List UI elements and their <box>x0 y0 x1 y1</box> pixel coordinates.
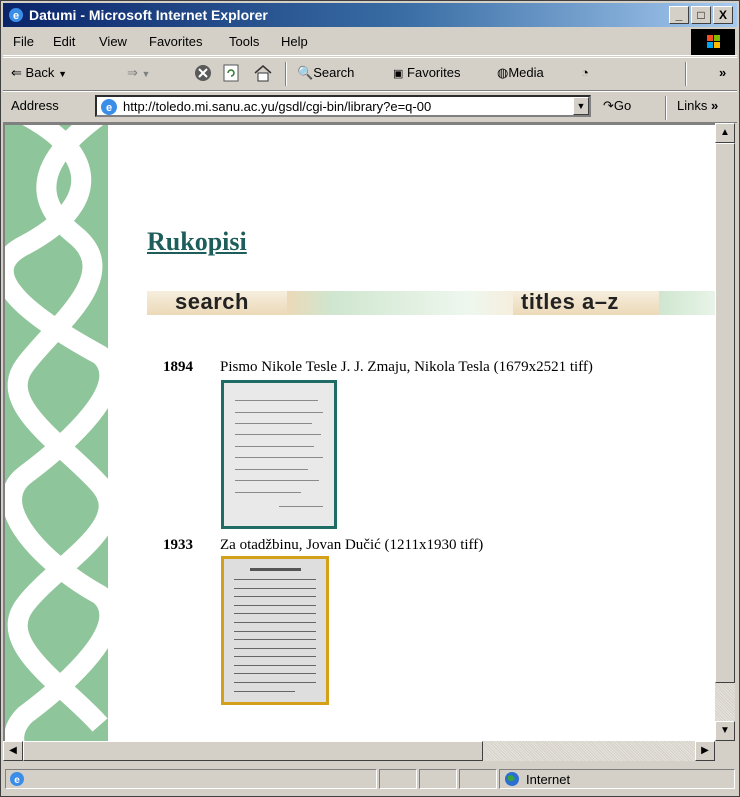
refresh-button[interactable] <box>221 63 241 86</box>
forward-dropdown-icon[interactable]: ▼ <box>142 69 151 79</box>
links-overflow-icon: » <box>710 98 719 113</box>
braid-ornament <box>5 125 120 743</box>
menu-tools[interactable]: Tools <box>229 34 259 49</box>
history-icon: ◔ <box>581 65 589 80</box>
menu-view[interactable]: View <box>99 34 127 49</box>
favorites-label: Favorites <box>407 65 461 80</box>
page-status-icon: e <box>10 772 24 786</box>
address-dropdown-icon[interactable]: ▼ <box>573 97 589 115</box>
security-zone-pane: Internet <box>499 769 735 789</box>
horizontal-scrollbar[interactable]: ◀ ▶ <box>3 741 715 761</box>
media-icon: ◍ <box>497 65 509 80</box>
nav-titles-label: titles a–z <box>521 289 619 314</box>
media-button[interactable]: ◍Media <box>497 65 544 81</box>
address-bar: Address e http://toledo.mi.sanu.ac.yu/gs… <box>3 91 737 123</box>
status-pane <box>459 769 497 789</box>
links-label: Links <box>677 98 708 113</box>
svg-text:e: e <box>106 102 112 114</box>
horizontal-scroll-thumb[interactable] <box>23 741 483 761</box>
security-zone-label: Internet <box>526 772 571 787</box>
minimize-button[interactable]: _ <box>669 6 689 24</box>
collection-title-link[interactable]: Rukopisi <box>147 227 247 257</box>
favorites-button[interactable]: ▣ Favorites <box>393 65 461 80</box>
back-dropdown-icon[interactable]: ▼ <box>58 69 67 79</box>
toolbar-separator <box>685 62 687 86</box>
home-button[interactable] <box>253 63 273 86</box>
entry-year: 1894 <box>163 359 193 375</box>
go-arrow-icon: ↷ <box>603 98 614 113</box>
scroll-right-icon[interactable]: ▶ <box>695 741 715 761</box>
scroll-down-icon[interactable]: ▼ <box>715 721 735 741</box>
nav-search-button[interactable]: search <box>147 289 287 315</box>
address-label: Address <box>11 98 59 113</box>
links-button[interactable]: Links » <box>677 98 718 113</box>
manuscript-thumbnail[interactable] <box>221 556 329 705</box>
search-label: Search <box>313 65 355 80</box>
scroll-left-icon[interactable]: ◀ <box>3 741 23 761</box>
forward-button[interactable]: ⇒ ▼ <box>127 65 150 81</box>
scrollbar-corner <box>715 741 735 761</box>
back-label: Back <box>25 65 55 80</box>
vertical-scrollbar[interactable]: ▲ ▼ <box>715 123 735 741</box>
globe-icon <box>505 772 519 786</box>
favorites-icon: ▣ <box>393 68 404 80</box>
stop-icon <box>195 65 211 81</box>
browser-window: e Datumi - Microsoft Internet Explorer _… <box>0 0 740 797</box>
decorative-band <box>5 125 120 743</box>
nav-spacer <box>287 291 513 315</box>
manuscript-thumbnail[interactable] <box>221 380 337 529</box>
result-entry: 1894 Pismo Nikole Tesle J. J. Zmaju, Niko… <box>163 359 593 376</box>
search-icon: 🔍 <box>297 65 314 80</box>
entry-year: 1933 <box>163 537 193 553</box>
forward-arrow-icon: ⇒ <box>127 65 138 80</box>
status-text-pane: e <box>5 769 377 789</box>
nav-titles-button[interactable]: titles a–z <box>513 289 659 315</box>
svg-text:e: e <box>14 775 20 786</box>
ie-icon: e <box>9 8 23 22</box>
page-icon: e <box>101 99 117 115</box>
history-button[interactable]: ◔ <box>581 65 589 80</box>
home-icon <box>254 65 272 82</box>
toolbar-separator <box>285 62 287 86</box>
search-button[interactable]: 🔍Search <box>297 65 354 81</box>
status-pane <box>379 769 417 789</box>
window-title: Datumi - Microsoft Internet Explorer <box>29 7 268 23</box>
entry-title: Za otadžbinu, Jovan Dučić (1211x1930 tif… <box>220 537 484 553</box>
menu-bar: File Edit View Favorites Tools Help <box>3 29 737 56</box>
toolbar-overflow-button[interactable]: » <box>719 65 726 80</box>
nav-spacer <box>659 291 717 315</box>
windows-logo-icon <box>691 29 735 55</box>
standard-toolbar: ⇐ Back ▼ ⇒ ▼ 🔍Search ▣ Favorites ◍Media … <box>3 57 737 91</box>
maximize-button[interactable]: □ <box>691 6 711 24</box>
close-button[interactable]: X <box>713 6 733 24</box>
result-entry: 1933 Za otadžbinu, Jovan Dučić (1211x1930… <box>163 537 483 554</box>
svg-text:e: e <box>13 10 19 22</box>
back-arrow-icon: ⇐ <box>11 65 22 80</box>
status-bar: e Internet <box>3 765 737 793</box>
scroll-up-icon[interactable]: ▲ <box>715 123 735 143</box>
media-label: Media <box>508 65 544 80</box>
stop-button[interactable] <box>193 63 213 86</box>
back-button[interactable]: ⇐ Back ▼ <box>11 65 67 81</box>
nav-search-label: search <box>175 289 249 314</box>
address-url: http://toledo.mi.sanu.ac.yu/gsdl/cgi-bin… <box>123 99 432 114</box>
menu-help[interactable]: Help <box>281 34 308 49</box>
address-input[interactable]: e http://toledo.mi.sanu.ac.yu/gsdl/cgi-b… <box>95 95 591 117</box>
go-label: Go <box>613 98 632 113</box>
page-viewport: Rukopisi search titles a–z 1894 Pismo Nik… <box>3 123 717 743</box>
menu-edit[interactable]: Edit <box>53 34 75 49</box>
status-pane <box>419 769 457 789</box>
menu-favorites[interactable]: Favorites <box>149 34 202 49</box>
entry-title: Pismo Nikole Tesle J. J. Zmaju, Nikola T… <box>220 359 593 375</box>
menu-file[interactable]: File <box>13 34 34 49</box>
vertical-scroll-thumb[interactable] <box>715 143 735 683</box>
navigation-bar: search titles a–z <box>147 289 717 315</box>
title-bar: e Datumi - Microsoft Internet Explorer _… <box>3 3 737 27</box>
refresh-icon <box>223 64 239 82</box>
address-separator <box>665 96 667 120</box>
go-button[interactable]: ↷Go <box>603 98 631 114</box>
